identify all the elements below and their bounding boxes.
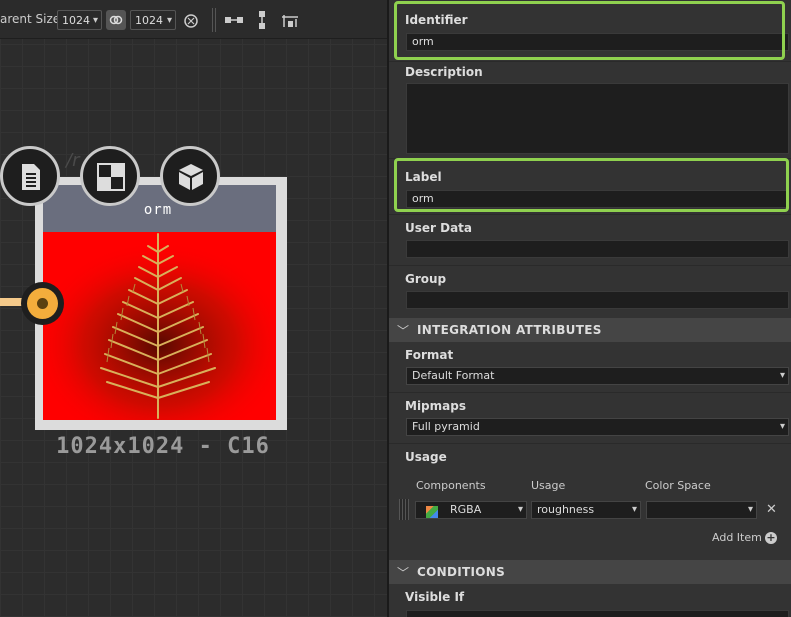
height-combo[interactable]: 1024 ▾: [130, 10, 176, 30]
color-space-select[interactable]: ▾: [646, 501, 757, 519]
color-space-column-header: Color Space: [645, 479, 711, 492]
row-divider: [389, 392, 791, 393]
conditions-title: CONDITIONS: [417, 565, 506, 579]
components-value: RGBA: [450, 503, 482, 516]
height-value: 1024: [135, 14, 163, 27]
snap-icon[interactable]: [281, 10, 301, 30]
checker-icon[interactable]: [80, 146, 140, 206]
row-divider: [389, 214, 791, 215]
user-data-field[interactable]: [406, 240, 789, 258]
description-field[interactable]: [406, 83, 789, 154]
chevron-down-icon: ▾: [747, 504, 753, 515]
group-label: Group: [405, 272, 447, 286]
format-select[interactable]: Default Format ▾: [406, 367, 789, 385]
mipmaps-label: Mipmaps: [405, 399, 466, 413]
width-value: 1024: [62, 14, 90, 27]
integration-attributes-title: INTEGRATION ATTRIBUTES: [417, 323, 602, 337]
chevron-down-icon: ▾: [779, 370, 785, 381]
mipmaps-value: Full pyramid: [412, 420, 480, 433]
identifier-highlight: [394, 1, 785, 60]
format-label: Format: [405, 348, 454, 362]
chevron-down-icon: ▾: [631, 504, 637, 515]
components-column-header: Components: [416, 479, 486, 492]
row-divider: [389, 265, 791, 266]
usage-label: Usage: [405, 450, 447, 464]
description-label: Description: [405, 65, 483, 79]
close-icon[interactable]: ✕: [766, 502, 777, 517]
parent-size-label: arent Size:: [0, 12, 65, 26]
conditions-header[interactable]: ﹀ CONDITIONS: [389, 560, 791, 584]
width-combo[interactable]: 1024 ▾: [57, 10, 102, 30]
toolbar-divider: [215, 8, 216, 32]
label-highlight: [394, 158, 789, 212]
align-horizontal-icon[interactable]: [224, 10, 244, 30]
group-field[interactable]: [406, 291, 789, 309]
rgba-swatch-icon: [426, 506, 438, 518]
add-item-button[interactable]: Add Item: [712, 531, 762, 544]
mipmaps-select[interactable]: Full pyramid ▾: [406, 418, 789, 436]
chevron-down-icon: ▾: [779, 421, 785, 432]
drag-handle-icon[interactable]: [399, 499, 409, 520]
components-select[interactable]: RGBA ▾: [415, 501, 527, 519]
toolbar-divider: [212, 8, 213, 32]
chevron-down-icon: ﹀: [397, 566, 410, 580]
node-status: 1024x1024 - C16: [56, 434, 270, 459]
chevron-down-icon: ﹀: [397, 324, 410, 338]
properties-panel: Identifier orm Description Label orm Use…: [389, 0, 791, 617]
link-icon[interactable]: [106, 10, 126, 30]
usage-value: roughness: [537, 503, 595, 516]
reset-icon[interactable]: [181, 10, 201, 30]
graph-canvas[interactable]: arent Size: 1024▾ 1024▾ /r es orm: [0, 0, 387, 617]
node-thumbnail: [43, 232, 276, 420]
fern-icon: [43, 232, 276, 420]
input-port-dot: [37, 298, 48, 309]
add-icon[interactable]: +: [765, 532, 777, 544]
format-value: Default Format: [412, 369, 495, 382]
chevron-down-icon: ▾: [166, 15, 172, 26]
visible-if-label: Visible If: [405, 590, 465, 604]
document-icon[interactable]: [0, 146, 60, 206]
usage-column-header: Usage: [531, 479, 566, 492]
visible-if-field[interactable]: [406, 610, 789, 617]
chevron-down-icon: ▾: [517, 504, 523, 515]
row-divider: [389, 443, 791, 444]
user-data-label: User Data: [405, 221, 473, 235]
cube-icon[interactable]: [160, 146, 220, 206]
usage-select[interactable]: roughness ▾: [531, 501, 641, 519]
row-divider: [389, 61, 791, 62]
node-title: orm: [143, 202, 173, 218]
graph-toolbar: arent Size: 1024 ▾ 1024 ▾: [0, 0, 387, 39]
align-vertical-icon[interactable]: [252, 10, 272, 30]
chevron-down-icon: ▾: [92, 15, 98, 26]
integration-attributes-header[interactable]: ﹀ INTEGRATION ATTRIBUTES: [389, 318, 791, 342]
